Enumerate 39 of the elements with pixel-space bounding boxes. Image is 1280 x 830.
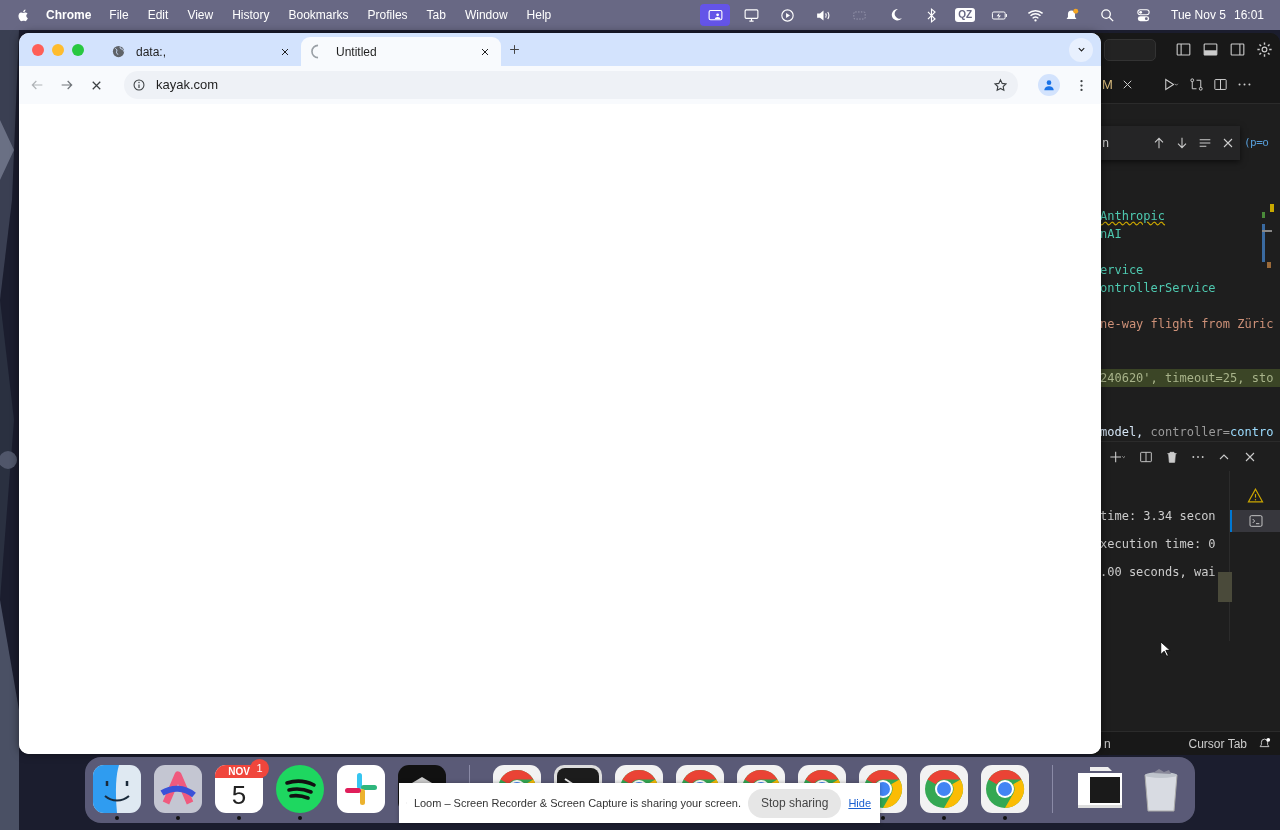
code-line: ontrollerService bbox=[1099, 281, 1216, 295]
sharing-message: Loom – Screen Recorder & Screen Capture is sharing your screen. bbox=[413, 795, 741, 811]
code-line: nAI bbox=[1099, 227, 1122, 241]
menu-item[interactable]: Edit bbox=[147, 6, 169, 24]
browser-tab[interactable]: data:, bbox=[101, 37, 301, 66]
code-text: (p=o bbox=[1244, 134, 1269, 151]
menu-item[interactable]: Help bbox=[526, 6, 552, 24]
tab-title: Untitled bbox=[336, 43, 378, 61]
find-text[interactable]: n bbox=[1102, 134, 1144, 152]
menu-item[interactable]: Bookmarks bbox=[288, 6, 349, 24]
menu-item[interactable]: Chrome bbox=[46, 6, 92, 24]
browser-tab[interactable]: Untitled bbox=[301, 37, 501, 66]
menu-item[interactable]: View bbox=[187, 6, 214, 24]
terminal-line: .00 seconds, wai bbox=[1099, 564, 1217, 581]
input-source-indicator[interactable]: QZ bbox=[955, 8, 976, 22]
hide-link[interactable]: Hide bbox=[848, 794, 871, 812]
menu-item[interactable]: Profiles bbox=[367, 6, 408, 24]
menu-item[interactable]: File bbox=[109, 6, 129, 24]
status-bar-item[interactable]: n bbox=[1104, 734, 1111, 753]
code-line: Anthropic bbox=[1099, 209, 1166, 223]
terminal-line: time: 3.34 secon bbox=[1099, 508, 1217, 525]
menu-bar-date[interactable]: Tue Nov 5 bbox=[1171, 6, 1226, 24]
address-bar[interactable]: kayak.com bbox=[124, 71, 1018, 99]
status-bar-item[interactable]: Cursor Tab bbox=[1188, 734, 1247, 753]
code-line: 240620', timeout=25, sto bbox=[1099, 371, 1274, 385]
menu-item[interactable]: History bbox=[232, 6, 270, 24]
notification-badge: 1 bbox=[250, 759, 269, 778]
tab-status-label[interactable]: M bbox=[1102, 74, 1113, 95]
menu-item[interactable]: Window bbox=[464, 6, 508, 24]
menu-item[interactable]: Tab bbox=[426, 6, 446, 24]
calendar-day: 5 bbox=[231, 778, 247, 812]
code-line: ne-way flight from Züric bbox=[1099, 317, 1274, 331]
code-line: model, controller=contro bbox=[1099, 425, 1274, 439]
tab-title: data:, bbox=[136, 43, 168, 61]
terminal-line: xecution time: 0 bbox=[1099, 536, 1217, 553]
stop-sharing-button[interactable]: Stop sharing bbox=[748, 788, 842, 818]
code-line: ervice bbox=[1099, 263, 1144, 277]
menu-bar-time[interactable]: 16:01 bbox=[1233, 6, 1264, 24]
address-text: kayak.com bbox=[156, 76, 220, 95]
